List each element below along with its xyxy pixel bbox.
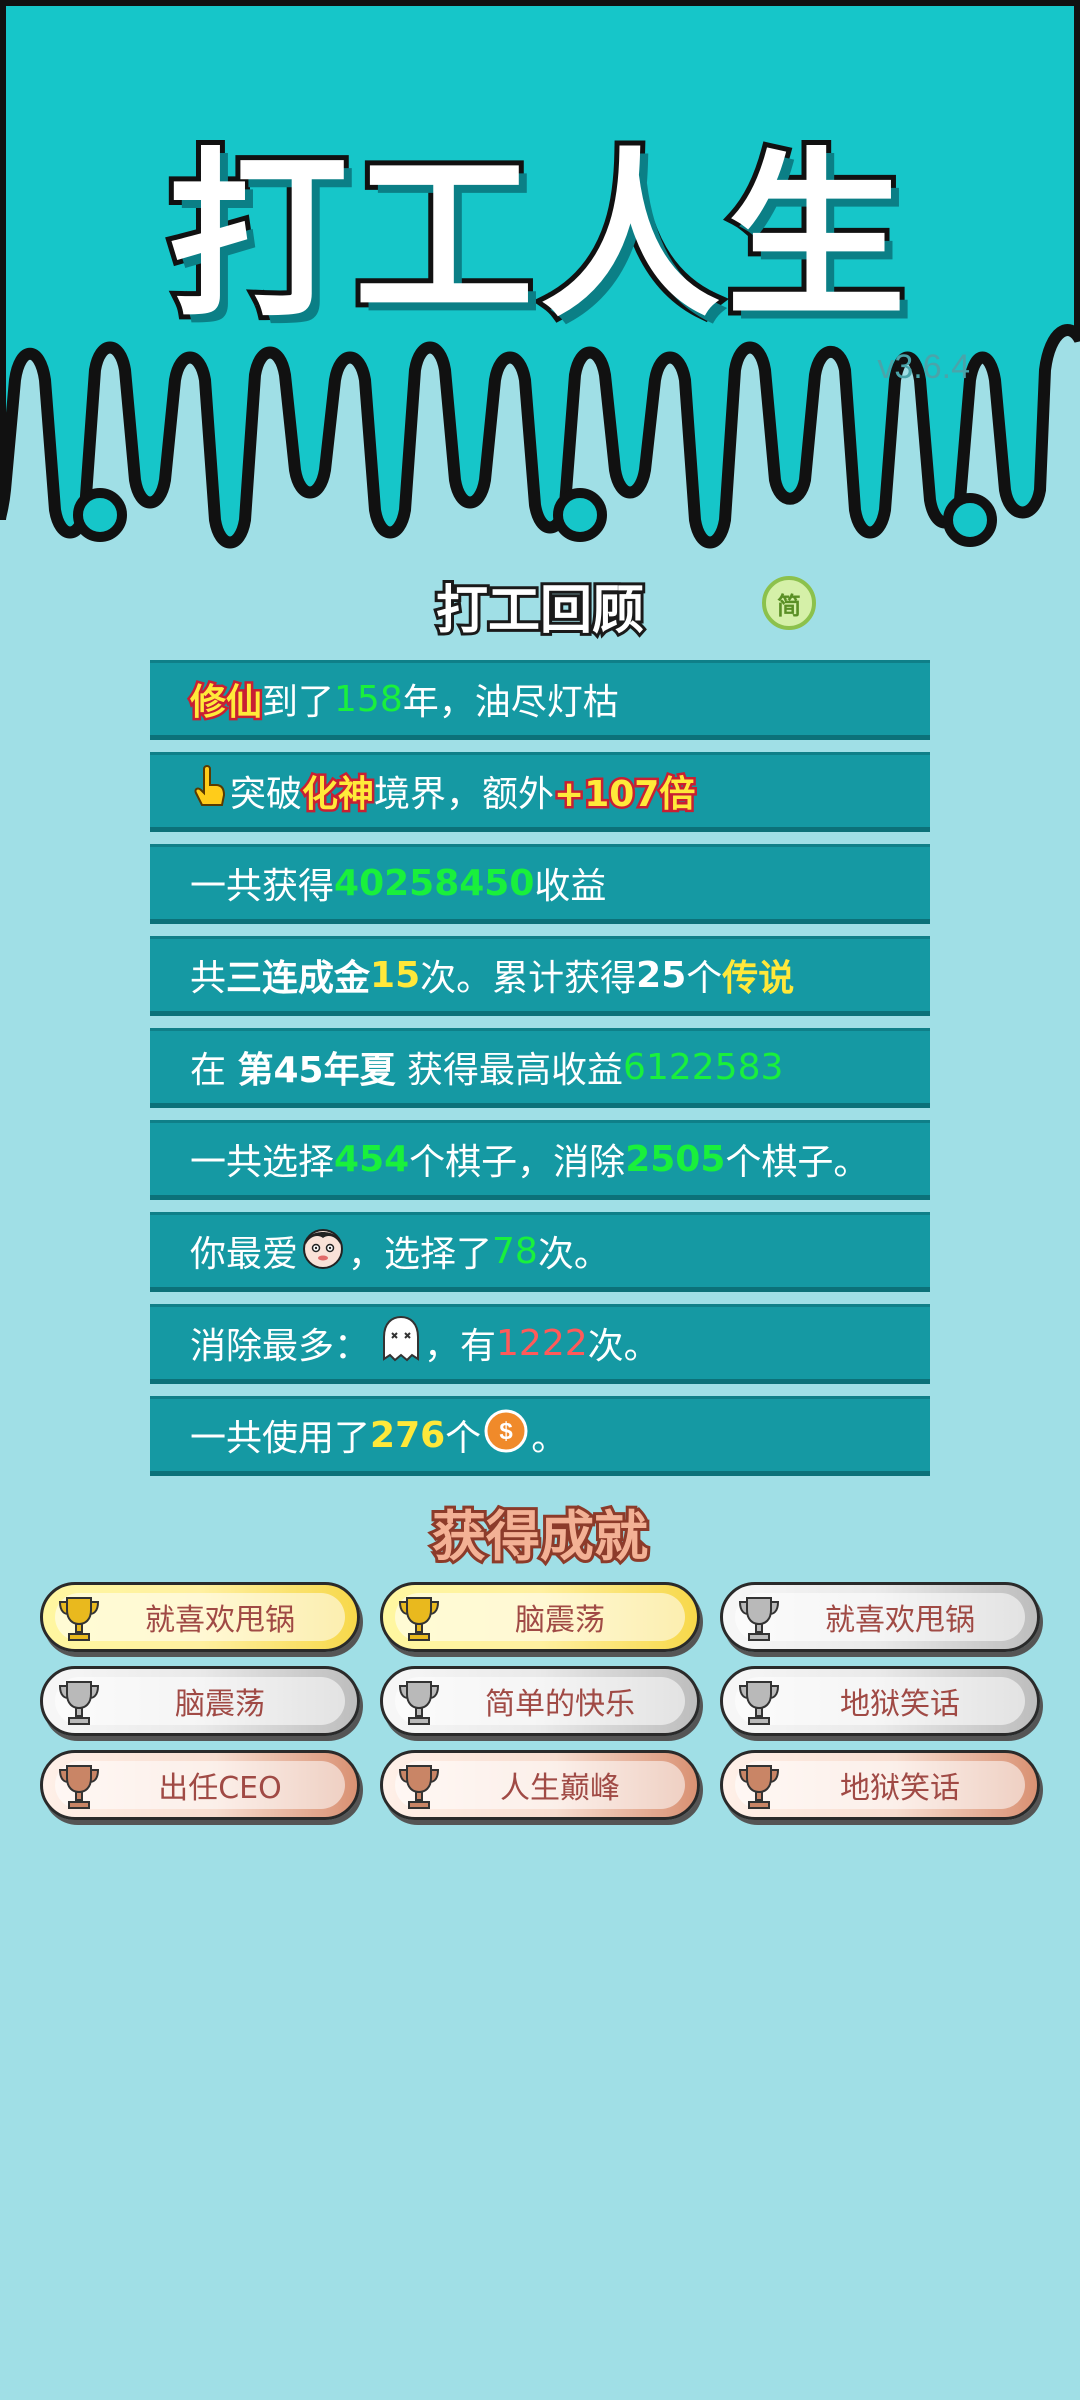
svg-text:$: $ bbox=[500, 1418, 514, 1445]
row-text: 次。累计获得 bbox=[420, 958, 637, 999]
bonus-multiplier: +107倍 bbox=[552, 772, 698, 818]
row-text: 次。 bbox=[537, 1234, 610, 1275]
row-text: 消除最多： bbox=[190, 1326, 371, 1367]
review-list: 修仙 到了 158 年，油尽灯枯 突破 化神 境界，额外 +107倍 一共获得 … bbox=[150, 660, 930, 1488]
best-income-value: 6122583 bbox=[623, 1046, 784, 1088]
row-text: 到了 bbox=[262, 682, 335, 723]
silver-trophy-icon bbox=[397, 1678, 441, 1734]
row-text: 一共使用了 bbox=[190, 1418, 371, 1459]
achievement-label: 人生巅峰 bbox=[500, 1771, 620, 1806]
row-text: 年，油尽灯枯 bbox=[402, 682, 619, 723]
achievement-badge[interactable]: 脑震荡 bbox=[40, 1666, 360, 1736]
achievement-badge[interactable]: 就喜欢甩锅 bbox=[40, 1582, 360, 1652]
row-text: 境界，额外 bbox=[374, 774, 555, 815]
total-income-value: 40258450 bbox=[334, 862, 535, 904]
gold-trophy-icon bbox=[397, 1594, 441, 1650]
row-text: 收益 bbox=[534, 866, 607, 907]
years-value: 158 bbox=[334, 678, 403, 720]
row-text: 一共选择 bbox=[190, 1142, 335, 1183]
achievement-label: 就喜欢甩锅 bbox=[825, 1603, 975, 1638]
man-face-icon bbox=[300, 1224, 346, 1279]
achievements-grid: 就喜欢甩锅 脑震荡 就喜欢甩锅 脑震荡 简单的快乐 地狱笑话 出任CEO 人生巅… bbox=[40, 1582, 1040, 1820]
row-text: 个棋子。 bbox=[725, 1142, 870, 1183]
simplified-toggle-label: 简 bbox=[777, 591, 801, 620]
review-row-lifespan: 修仙 到了 158 年，油尽灯枯 bbox=[150, 660, 930, 740]
bronze-trophy-icon bbox=[57, 1762, 101, 1818]
achievement-label: 简单的快乐 bbox=[485, 1687, 635, 1722]
silver-trophy-icon bbox=[737, 1678, 781, 1734]
row-text: 次。 bbox=[587, 1326, 660, 1367]
pieces-selected-value: 454 bbox=[334, 1138, 410, 1180]
silver-trophy-icon bbox=[737, 1594, 781, 1650]
coin-icon: $ bbox=[483, 1408, 529, 1463]
achievement-label: 地狱笑话 bbox=[840, 1771, 960, 1806]
achievement-label: 就喜欢甩锅 bbox=[145, 1603, 295, 1638]
legend-label: 传说 bbox=[722, 958, 795, 999]
achievement-badge[interactable]: 简单的快乐 bbox=[380, 1666, 700, 1736]
row-text: 一共获得 bbox=[190, 866, 335, 907]
triple-gold-label: 三连成金 bbox=[226, 958, 371, 999]
pieces-cleared-value: 2505 bbox=[625, 1138, 726, 1180]
achievement-label: 脑震荡 bbox=[175, 1687, 265, 1722]
most-cleared-count-value: 1222 bbox=[496, 1322, 588, 1364]
cultivation-tag: 修仙 bbox=[187, 680, 264, 726]
review-row-favorite: 你最爱 ，选择了 78 次。 bbox=[150, 1212, 930, 1292]
achievement-label: 脑震荡 bbox=[515, 1603, 605, 1638]
achievement-label: 地狱笑话 bbox=[840, 1687, 960, 1722]
achievement-label: 出任CEO bbox=[158, 1771, 282, 1806]
review-title: 打工回顾 bbox=[433, 578, 647, 644]
row-text: 个 bbox=[445, 1418, 482, 1459]
achievement-badge[interactable]: 人生巅峰 bbox=[380, 1750, 700, 1820]
app-title: 打工人生 bbox=[163, 128, 912, 347]
row-text: 获得最高收益 bbox=[407, 1050, 624, 1091]
achievements-title: 获得成就 bbox=[429, 1502, 651, 1571]
achievement-badge[interactable]: 地狱笑话 bbox=[720, 1666, 1040, 1736]
achievement-badge[interactable]: 脑震荡 bbox=[380, 1582, 700, 1652]
row-text: ，选择了 bbox=[348, 1234, 493, 1275]
row-text: 个棋子，消除 bbox=[409, 1142, 626, 1183]
row-text: 你最爱 bbox=[190, 1234, 299, 1275]
review-row-coins: 一共使用了 276 个 $ 。 bbox=[150, 1396, 930, 1476]
review-row-triples: 共 三连成金 15 次。累计获得 25 个 传说 bbox=[150, 936, 930, 1016]
coins-used-value: 276 bbox=[370, 1414, 446, 1456]
simplified-toggle-button[interactable]: 简 bbox=[762, 576, 816, 630]
row-text: 。 bbox=[531, 1418, 568, 1459]
favorite-count-value: 78 bbox=[492, 1230, 538, 1272]
row-text: 在 bbox=[190, 1050, 227, 1091]
row-text: 个 bbox=[686, 958, 723, 999]
legend-count-value: 25 bbox=[636, 954, 687, 996]
achievement-badge[interactable]: 出任CEO bbox=[40, 1750, 360, 1820]
pointing-hand-icon bbox=[192, 764, 228, 818]
bronze-trophy-icon bbox=[737, 1762, 781, 1818]
row-text: ，有 bbox=[424, 1326, 497, 1367]
achievement-badge[interactable]: 地狱笑话 bbox=[720, 1750, 1040, 1820]
review-row-best-season: 在 第45年夏 获得最高收益 6122583 bbox=[150, 1028, 930, 1108]
ghost-icon bbox=[380, 1315, 422, 1372]
version-label: v3.6.4 bbox=[877, 348, 970, 386]
row-text: 共 bbox=[190, 958, 227, 999]
bronze-trophy-icon bbox=[397, 1762, 441, 1818]
gold-trophy-icon bbox=[57, 1594, 101, 1650]
review-row-breakthrough: 突破 化神 境界，额外 +107倍 bbox=[150, 752, 930, 832]
realm-tag: 化神 bbox=[300, 772, 377, 818]
achievement-badge[interactable]: 就喜欢甩锅 bbox=[720, 1582, 1040, 1652]
row-text: 突破 bbox=[230, 774, 303, 815]
review-row-total-income: 一共获得 40258450 收益 bbox=[150, 844, 930, 924]
best-season-value: 第45年夏 bbox=[237, 1050, 396, 1091]
review-row-pieces: 一共选择 454 个棋子，消除 2505 个棋子。 bbox=[150, 1120, 930, 1200]
review-row-most-cleared: 消除最多： ，有 1222 次。 bbox=[150, 1304, 930, 1384]
header-banner: 打工人生 v3.6.4 bbox=[0, 0, 1080, 560]
silver-trophy-icon bbox=[57, 1678, 101, 1734]
triple-count-value: 15 bbox=[370, 954, 421, 996]
